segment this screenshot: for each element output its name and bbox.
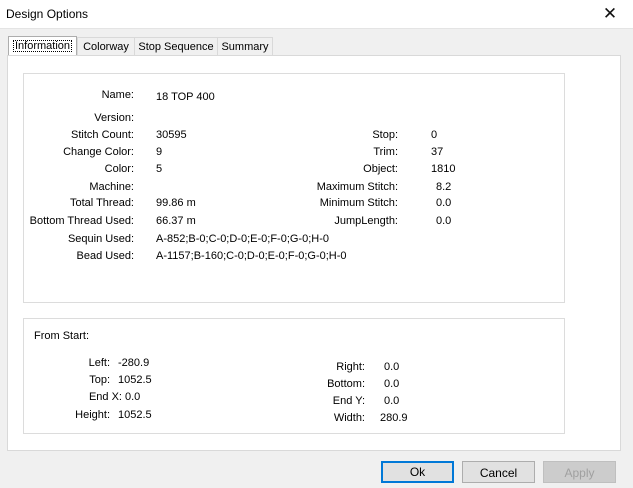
ok-button[interactable]: Ok — [381, 461, 454, 483]
cancel-button[interactable]: Cancel — [462, 461, 535, 483]
bead-used-label: Bead Used: — [76, 250, 134, 262]
jump-length-value: 0.0 — [436, 215, 452, 227]
right-label: Right: — [336, 361, 365, 373]
total-thread-label: Total Thread: — [69, 197, 134, 209]
window-title: Design Options — [6, 7, 89, 21]
stitch-count-value: 30595 — [156, 129, 187, 141]
width-label: Width: — [333, 412, 365, 424]
tab-label: Summary — [221, 41, 269, 53]
end-y-value: 0.0 — [384, 395, 400, 407]
right-value: 0.0 — [384, 361, 400, 373]
tab-information[interactable]: Information — [8, 36, 77, 57]
tab-label: Colorway — [83, 41, 129, 53]
from-start-group: From Start: Left: -280.9 Top: 1052.5 End… — [23, 318, 565, 434]
tab-summary[interactable]: Summary — [217, 37, 273, 56]
sequin-used-label: Sequin Used: — [67, 233, 134, 245]
jump-length-label: JumpLength: — [334, 215, 398, 227]
end-x-value: 0.0 — [125, 391, 141, 403]
apply-button[interactable]: Apply — [543, 461, 616, 483]
design-info-group: Name: 18 TOP 400 Version: Stitch Count: … — [23, 73, 565, 303]
total-thread-value: 99.86 m — [156, 197, 196, 209]
object-label: Object: — [363, 163, 398, 175]
close-icon[interactable]: ✕ — [587, 0, 633, 28]
trim-value: 37 — [431, 146, 444, 158]
color-value: 5 — [156, 163, 163, 175]
end-x-label: End X: — [88, 391, 122, 403]
bottom-value: 0.0 — [384, 378, 400, 390]
tab-stop-sequence[interactable]: Stop Sequence — [134, 37, 218, 56]
bottom-thread-label: Bottom Thread Used: — [29, 215, 134, 227]
tab-colorway[interactable]: Colorway — [77, 37, 135, 56]
top-value: 1052.5 — [118, 374, 152, 386]
name-value: 18 TOP 400 — [156, 91, 215, 103]
width-value: 280.9 — [380, 412, 408, 424]
height-value: 1052.5 — [118, 409, 152, 421]
sequin-used-value: A-852;B-0;C-0;D-0;E-0;F-0;G-0;H-0 — [156, 233, 329, 245]
bottom-thread-value: 66.37 m — [156, 215, 196, 227]
tab-label: Information — [12, 40, 73, 52]
from-start-heading: From Start: — [34, 330, 90, 342]
bottom-label: Bottom: — [327, 378, 365, 390]
change-color-label: Change Color: — [63, 146, 134, 158]
name-label: Name: — [101, 89, 134, 101]
tab-panel-information: Name: 18 TOP 400 Version: Stitch Count: … — [7, 55, 621, 451]
trim-label: Trim: — [373, 146, 398, 158]
left-label: Left: — [88, 357, 110, 369]
stop-value: 0 — [431, 129, 438, 141]
maximum-stitch-value: 8.2 — [436, 181, 452, 193]
maximum-stitch-label: Maximum Stitch: — [316, 181, 398, 193]
height-label: Height: — [75, 409, 110, 421]
end-y-label: End Y: — [332, 395, 365, 407]
minimum-stitch-value: 0.0 — [436, 197, 452, 209]
object-value: 1810 — [431, 163, 456, 175]
tab-label: Stop Sequence — [138, 41, 214, 53]
machine-label: Machine: — [89, 181, 134, 193]
stitch-count-label: Stitch Count: — [71, 129, 134, 141]
minimum-stitch-label: Minimum Stitch: — [319, 197, 398, 209]
title-bar: Design Options ✕ — [0, 0, 633, 29]
bead-used-value: A-1157;B-160;C-0;D-0;E-0;F-0;G-0;H-0 — [156, 250, 347, 262]
version-label: Version: — [94, 112, 134, 124]
left-value: -280.9 — [118, 357, 150, 369]
change-color-value: 9 — [156, 146, 163, 158]
stop-label: Stop: — [372, 129, 398, 141]
top-label: Top: — [89, 374, 110, 386]
color-label: Color: — [104, 163, 134, 175]
